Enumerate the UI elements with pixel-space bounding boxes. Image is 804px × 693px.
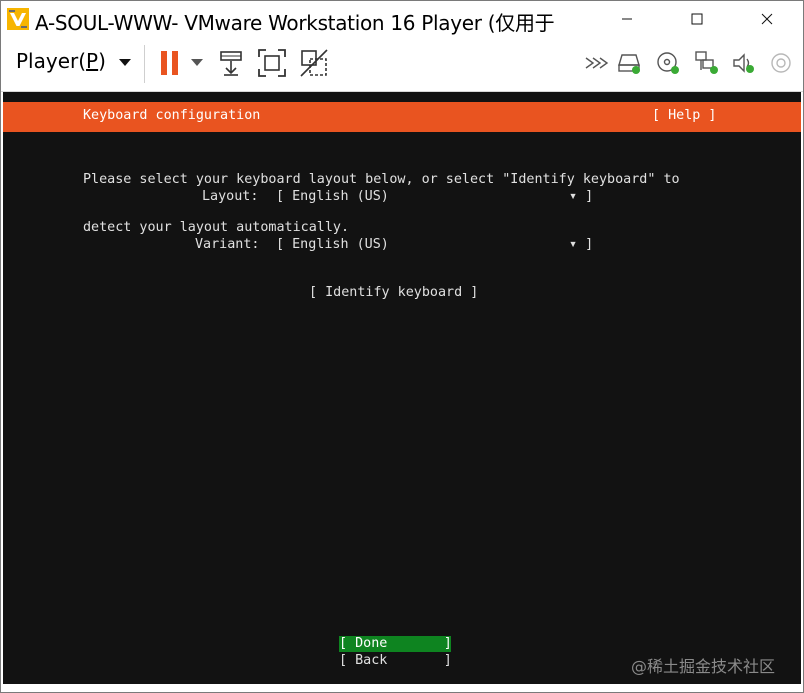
player-menu-accelerator: P <box>86 49 99 73</box>
minimize-icon <box>622 18 632 20</box>
vm-console[interactable]: Keyboard configuration [ Help ] Please s… <box>3 92 801 684</box>
send-ctrl-alt-del-icon[interactable] <box>218 49 246 77</box>
window-bottom-border <box>3 684 801 692</box>
installer-title: Keyboard configuration <box>83 108 261 123</box>
close-button[interactable] <box>744 1 790 37</box>
network-icon[interactable] <box>694 50 720 76</box>
pause-options-chevron-icon[interactable] <box>191 59 203 67</box>
player-toolbar: Player(P) <box>1 37 803 92</box>
more-devices-icon[interactable] <box>585 56 609 70</box>
layout-select[interactable]: [ English (US) <box>276 189 389 204</box>
help-button[interactable]: [ Help ] <box>652 108 717 123</box>
player-menu-label: Player( <box>16 49 87 73</box>
unity-icon[interactable] <box>299 48 329 78</box>
back-button[interactable]: [ Back ] <box>339 653 452 669</box>
description-line-2: detect your layout automatically. <box>83 220 350 235</box>
hard-disk-icon[interactable] <box>617 51 643 75</box>
pause-icon[interactable] <box>159 49 181 77</box>
variant-select-arrow[interactable]: ▾ ] <box>569 237 593 252</box>
console-top-margin <box>3 92 801 100</box>
maximize-icon <box>691 13 703 25</box>
title-bar[interactable]: A-SOUL-WWW- VMware Workstation 16 Player… <box>1 1 803 37</box>
cd-dvd-icon[interactable] <box>656 51 682 77</box>
player-menu-label-end: ) <box>98 49 106 73</box>
variant-select[interactable]: [ English (US) <box>276 237 389 252</box>
fullscreen-icon[interactable] <box>257 48 287 78</box>
sound-icon[interactable] <box>732 52 756 74</box>
description-line-1: Please select your keyboard layout below… <box>83 172 680 187</box>
installer-header: Keyboard configuration [ Help ] <box>3 102 801 132</box>
chevron-down-icon[interactable] <box>119 59 131 67</box>
toolbar-separator <box>144 45 145 83</box>
layout-label: Layout: <box>202 189 259 204</box>
watermark: @稀土掘金技术社区 <box>631 657 776 676</box>
identify-keyboard-button[interactable]: [ Identify keyboard ] <box>309 285 478 300</box>
variant-label: Variant: <box>195 237 260 252</box>
close-icon <box>761 13 773 25</box>
window-title: A-SOUL-WWW- VMware Workstation 16 Player… <box>35 11 555 35</box>
vmware-player-window: A-SOUL-WWW- VMware Workstation 16 Player… <box>0 0 804 693</box>
vmware-app-icon <box>7 8 29 30</box>
minimize-button[interactable] <box>604 1 650 37</box>
layout-select-arrow[interactable]: ▾ ] <box>569 189 593 204</box>
usb-icon[interactable] <box>770 52 794 76</box>
done-button[interactable]: [ Done ] <box>339 636 452 652</box>
player-menu[interactable]: Player(P) <box>16 49 106 73</box>
maximize-button[interactable] <box>674 1 720 37</box>
